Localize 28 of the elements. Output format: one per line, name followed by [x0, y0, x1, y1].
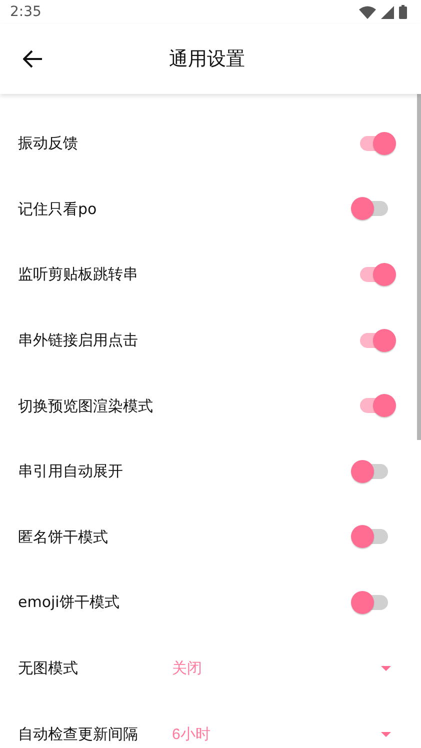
dropdown-select[interactable]: 6小时 [172, 724, 391, 744]
setting-label: 串外链接启用点击 [18, 331, 138, 350]
toggle-switch[interactable] [351, 197, 388, 222]
dropdown-select[interactable]: 关闭 [172, 659, 391, 678]
dropdown-caret-icon [381, 732, 391, 737]
battery-icon [399, 5, 407, 19]
setting-label: 振动反馈 [18, 134, 78, 154]
toggle-switch[interactable] [360, 394, 397, 418]
toggle-switch[interactable] [351, 525, 388, 550]
toggle-switch[interactable] [351, 460, 388, 484]
setting-label: 监听剪贴板跳转串 [18, 265, 138, 284]
setting-label: 记住只看po [18, 200, 97, 219]
setting-label: 匿名饼干模式 [18, 528, 108, 547]
wifi-icon [359, 6, 376, 18]
setting-label: emoji饼干模式 [18, 593, 120, 612]
setting-label: 无图模式 [18, 659, 79, 678]
page-title: 通用设置 [169, 47, 245, 72]
signal-icon [381, 6, 394, 18]
toggle-switch[interactable] [360, 328, 397, 353]
toggle-switch[interactable] [360, 262, 397, 287]
setting-label: 串引用自动展开 [18, 462, 123, 482]
setting-label: 切换预览图渲染模式 [18, 396, 153, 416]
status-time: 2:35 [10, 4, 42, 20]
setting-label: 自动检查更新间隔 [18, 724, 139, 744]
toggle-switch[interactable] [360, 132, 397, 156]
toggle-switch[interactable] [351, 590, 388, 615]
back-arrow-icon [23, 50, 43, 68]
dropdown-caret-icon [381, 666, 391, 672]
